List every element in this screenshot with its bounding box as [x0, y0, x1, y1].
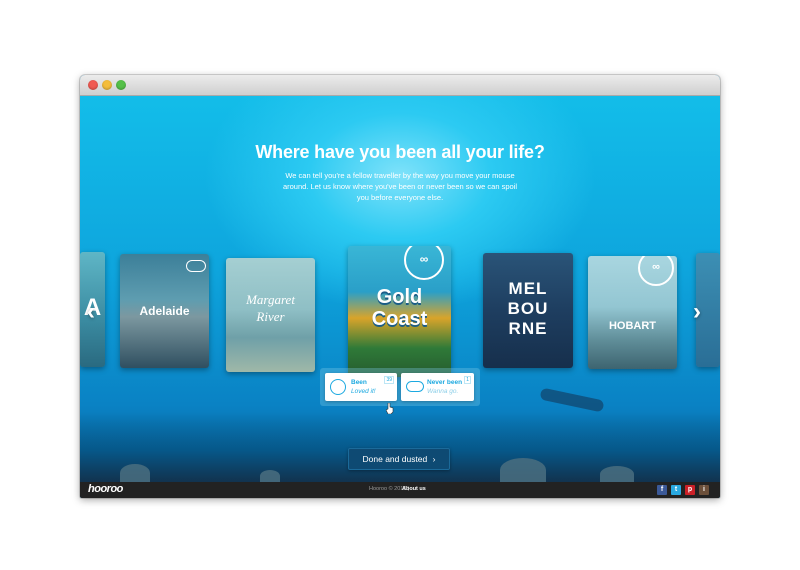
coral-decoration — [120, 464, 150, 482]
facebook-icon[interactable]: f — [657, 485, 667, 495]
footer: hooroo Hooroo © 2012 | About us f t p i — [80, 482, 720, 498]
window-titlebar — [80, 75, 720, 96]
hooroo-logo[interactable]: hooroo — [88, 483, 123, 495]
coral-decoration — [260, 470, 280, 482]
page-heading: Where have you been all your life? — [255, 142, 545, 162]
never-been-button[interactable]: Never been Wanna go. 1 — [401, 373, 474, 401]
card-label: RNE — [508, 319, 548, 338]
pinterest-icon[interactable]: p — [685, 485, 695, 495]
zoom-window-button[interactable] — [116, 80, 126, 90]
card-label: BOU — [507, 299, 549, 318]
never-been-label: Never been — [427, 379, 463, 386]
instagram-icon[interactable]: i — [699, 485, 709, 495]
been-count-badge: 39 — [384, 376, 394, 384]
destination-card-margaret-river[interactable]: Margaret River — [226, 258, 315, 372]
card-label: Coast — [371, 308, 428, 330]
coral-decoration — [600, 466, 634, 482]
never-been-sublabel: Wanna go. — [427, 388, 459, 395]
hooroo-stamp-icon: ∞ — [404, 246, 444, 280]
destination-card-gold-coast[interactable]: ∞ Gold Coast — [348, 246, 451, 377]
destination-card-adelaide[interactable]: Adelaide — [120, 254, 209, 368]
close-window-button[interactable] — [88, 80, 98, 90]
carousel-prev-arrow-icon[interactable]: ‹ — [87, 300, 95, 324]
diver-silhouette — [539, 387, 605, 413]
destination-card-hobart[interactable]: ∞ HOBART — [588, 256, 677, 369]
chevron-right-icon: › — [432, 454, 436, 464]
card-label: Adelaide — [139, 304, 190, 318]
intro-text: We can tell you're a fellow traveller by… — [282, 171, 518, 202]
twitter-icon[interactable]: t — [671, 485, 681, 495]
hooroo-logo-icon — [330, 379, 346, 395]
never-been-count-badge: 1 — [464, 376, 471, 384]
done-button-label: Done and dusted — [362, 454, 428, 464]
card-label: MEL — [508, 279, 548, 298]
carousel-next-arrow-icon[interactable]: › — [693, 300, 701, 324]
cloud-icon — [186, 260, 206, 272]
cloud-icon — [406, 381, 424, 392]
seabed-background — [80, 412, 720, 482]
browser-window: Where have you been all your life? We ca… — [80, 75, 720, 498]
card-label: Margaret — [246, 292, 295, 307]
card-label: HOBART — [608, 320, 657, 332]
been-sublabel: Loved it! — [351, 388, 376, 395]
been-button[interactable]: Been Loved it! 39 — [325, 373, 397, 401]
destination-card-melbourne[interactable]: MEL BOU RNE — [483, 253, 573, 368]
hooroo-stamp-icon: ∞ — [638, 256, 674, 286]
coral-decoration — [500, 458, 546, 482]
card-label: River — [256, 309, 285, 324]
card-label: Gold — [376, 286, 423, 308]
about-us-link[interactable]: About us — [402, 486, 426, 492]
page-content: Where have you been all your life? We ca… — [80, 96, 720, 482]
done-and-dusted-button[interactable]: Done and dusted › — [348, 448, 450, 470]
minimize-window-button[interactable] — [102, 80, 112, 90]
hand-cursor-icon — [386, 403, 394, 414]
been-label: Been — [351, 379, 367, 386]
